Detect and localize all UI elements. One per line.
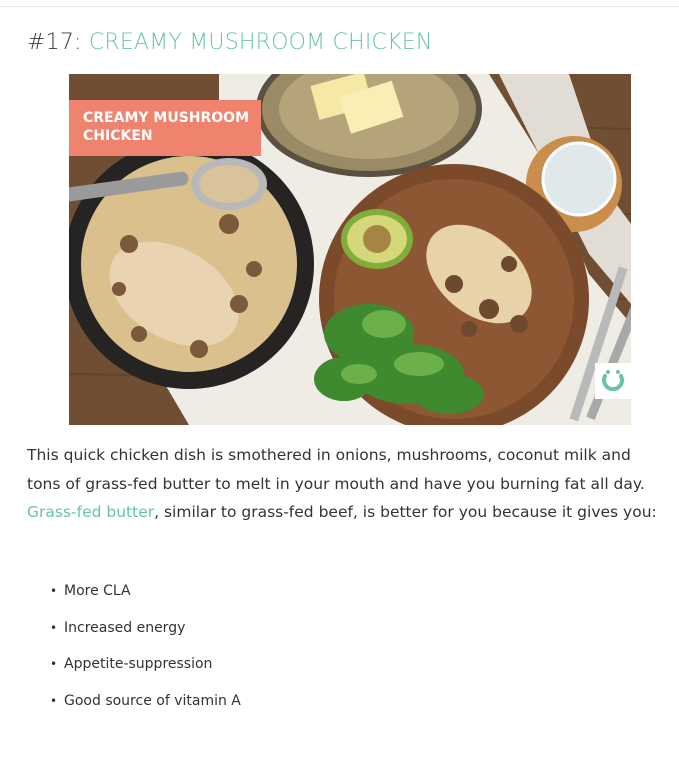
list-item-text: More CLA bbox=[64, 583, 131, 599]
image-title-overlay: CREAMY MUSHROOM CHICKEN bbox=[69, 100, 261, 156]
list-item: • Good source of vitamin A bbox=[50, 690, 241, 727]
list-item-text: Good source of vitamin A bbox=[64, 692, 241, 709]
bullet-icon: • bbox=[50, 693, 58, 708]
bullet-icon: • bbox=[50, 620, 58, 635]
bullet-icon: • bbox=[50, 584, 58, 598]
recipe-description: This quick chicken dish is smothered in … bbox=[27, 441, 667, 527]
bullet-icon: • bbox=[50, 657, 58, 671]
recipe-heading: #17: CREAMY MUSHROOM CHICKEN bbox=[27, 30, 432, 55]
list-item-text: Increased energy bbox=[64, 619, 186, 636]
description-text-2: , similar to grass-fed beef, is better f… bbox=[154, 503, 657, 521]
description-text-1: This quick chicken dish is smothered in … bbox=[27, 446, 645, 493]
list-item: • More CLA bbox=[50, 580, 241, 617]
list-item: • Increased energy bbox=[50, 617, 241, 654]
list-item: • Appetite-suppression bbox=[50, 653, 241, 690]
recipe-number: #17: bbox=[27, 30, 82, 55]
overlay-line-2: CHICKEN bbox=[83, 128, 153, 144]
list-item-text: Appetite-suppression bbox=[64, 656, 213, 672]
grass-fed-butter-link[interactable]: Grass-fed butter bbox=[27, 503, 154, 521]
top-divider bbox=[0, 6, 679, 7]
overlay-line-1: CREAMY MUSHROOM bbox=[83, 110, 250, 126]
recipe-photo[interactable]: CREAMY MUSHROOM CHICKEN bbox=[69, 74, 631, 425]
brand-logo-icon bbox=[595, 363, 631, 399]
benefits-list: • More CLA • Increased energy • Appetite-su… bbox=[50, 580, 241, 726]
recipe-title: CREAMY MUSHROOM CHICKEN bbox=[88, 30, 433, 55]
